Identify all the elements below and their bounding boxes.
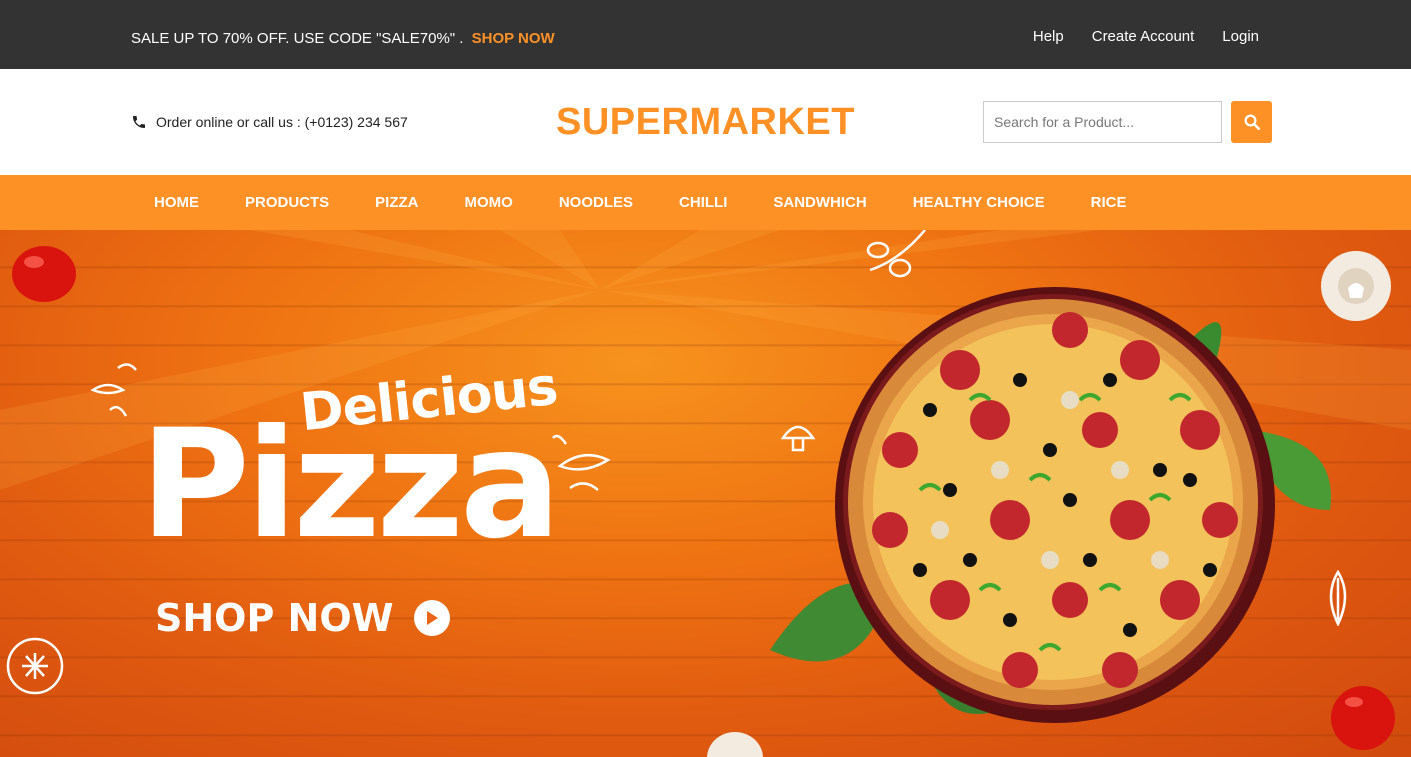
nav-item-healthy-choice[interactable]: HEALTHY CHOICE [890, 194, 1068, 211]
main-nav: HOME PRODUCTS PIZZA MOMO NOODLES CHILLI … [0, 175, 1411, 230]
nav-item-momo[interactable]: MOMO [442, 194, 536, 211]
nav-item-rice[interactable]: RICE [1068, 194, 1150, 211]
nav-item-home[interactable]: HOME [131, 194, 222, 211]
promo-banner: SALE UP TO 70% OFF. USE CODE "SALE70%" .… [131, 30, 555, 47]
play-icon [413, 600, 450, 636]
hero-shop-now-button[interactable]: SHOP NOW [155, 596, 450, 640]
chili-doodle-icon [6, 637, 64, 695]
search-input[interactable] [983, 101, 1222, 143]
hero-cta-label: SHOP NOW [155, 596, 394, 640]
mushroom-icon [707, 732, 763, 757]
promo-text: SALE UP TO 70% OFF. USE CODE "SALE70%" . [131, 30, 464, 47]
hero-headline: Pizza [140, 398, 561, 572]
help-link[interactable]: Help [1033, 28, 1064, 45]
hero-banner[interactable]: Delicious Pizza SHOP NOW [0, 230, 1411, 757]
search-button[interactable] [1231, 101, 1272, 143]
nav-item-pizza[interactable]: PIZZA [352, 194, 441, 211]
nav-item-chilli[interactable]: CHILLI [656, 194, 750, 211]
site-header: Order online or call us : (+0123) 234 56… [0, 69, 1411, 175]
splash-doodle-icon [90, 363, 137, 417]
promo-shop-now-link[interactable]: SHOP NOW [472, 30, 555, 47]
pizza-image [770, 287, 1331, 723]
nav-item-sandwhich[interactable]: SANDWHICH [750, 194, 889, 211]
login-link[interactable]: Login [1222, 28, 1259, 45]
nav-item-noodles[interactable]: NOODLES [536, 194, 656, 211]
search-icon [1244, 114, 1260, 131]
nav-item-products[interactable]: PRODUCTS [222, 194, 352, 211]
top-bar: SALE UP TO 70% OFF. USE CODE "SALE70%" .… [0, 0, 1411, 69]
account-links: Help Create Account Login [1033, 28, 1259, 45]
create-account-link[interactable]: Create Account [1092, 28, 1195, 45]
tomato-icon [12, 246, 76, 302]
splash-doodle-icon [552, 434, 611, 491]
